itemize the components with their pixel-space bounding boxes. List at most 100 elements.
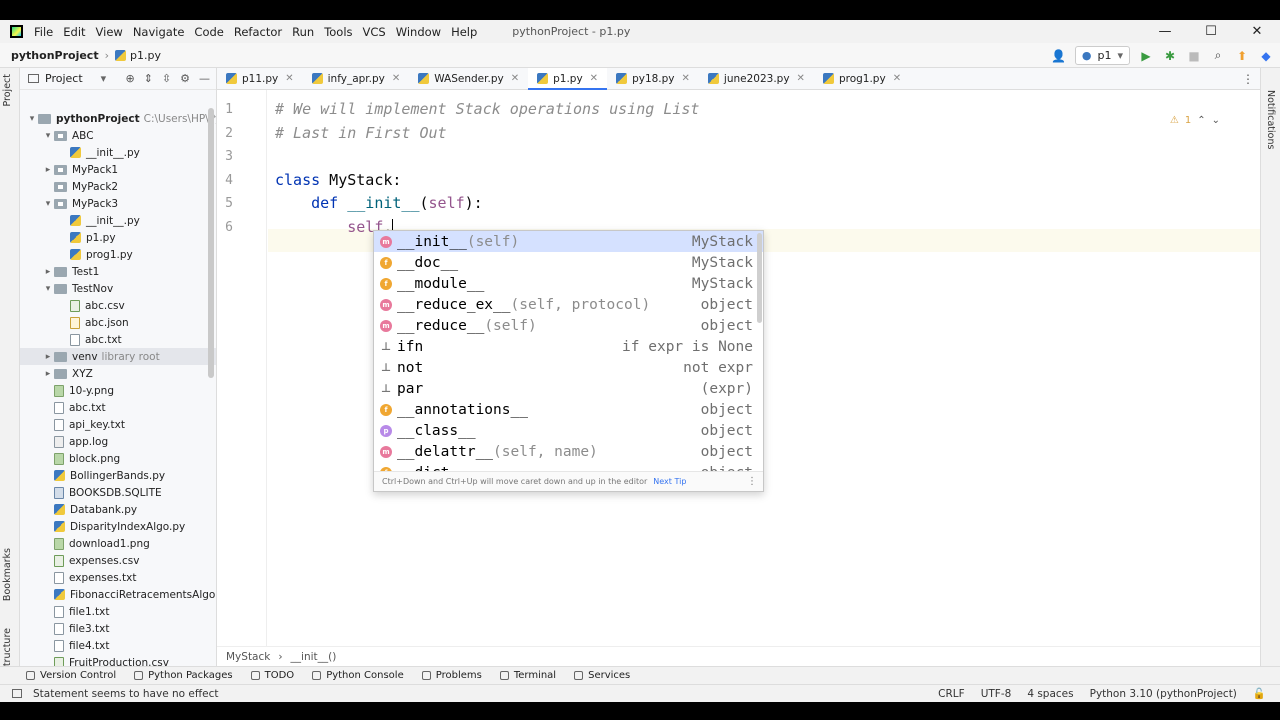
tree-item[interactable]: file4.txt	[42, 637, 109, 654]
tab-prog1-py[interactable]: prog1.py ✕	[814, 68, 910, 89]
tree-item[interactable]: __init__.py	[58, 212, 140, 229]
tree-item[interactable]: expenses.csv	[42, 552, 139, 569]
user-icon[interactable]: 👤	[1051, 48, 1067, 64]
chevron-down-icon[interactable]: ▾	[42, 131, 54, 141]
indent-widget[interactable]: 4 spaces	[1027, 688, 1073, 700]
completion-item[interactable]: ⊥ not not expr	[374, 357, 763, 378]
menu-item[interactable]: View	[91, 25, 128, 39]
close-icon[interactable]: ✕	[590, 73, 598, 84]
tool-window-problems[interactable]: Problems	[421, 670, 482, 681]
completion-item[interactable]: f __doc__ MyStack	[374, 252, 763, 273]
more-tabs-icon[interactable]: ⋮	[1242, 72, 1254, 86]
tree-item[interactable]: ▾ ABC	[42, 127, 94, 144]
tab-infy_apr-py[interactable]: infy_apr.py ✕	[303, 68, 410, 89]
tree-item[interactable]: ▾ TestNov	[42, 280, 113, 297]
tree-item[interactable]: ▸ XYZ	[42, 365, 93, 382]
update-icon[interactable]: ⬆	[1234, 48, 1250, 64]
tree-item[interactable]: __init__.py	[58, 144, 140, 161]
tab-WASender-py[interactable]: WASender.py ✕	[409, 68, 528, 89]
more-options-icon[interactable]: ⋮	[747, 476, 757, 487]
tree-item[interactable]: download1.png	[42, 535, 150, 552]
project-panel-title[interactable]: Project	[45, 72, 83, 85]
chevron-down-icon[interactable]: ⌄	[1212, 115, 1220, 126]
tree-item[interactable]: Databank.py	[42, 501, 137, 518]
close-icon[interactable]: ✕	[1234, 20, 1280, 43]
menu-item[interactable]: Run	[287, 25, 319, 39]
menu-item[interactable]: Refactor	[229, 25, 287, 39]
tab-py18-py[interactable]: py18.py ✕	[607, 68, 699, 89]
chevron-down-icon[interactable]: ▾	[26, 114, 38, 124]
tab-p11-py[interactable]: p11.py ✕	[217, 68, 303, 89]
completion-scrollbar[interactable]	[757, 233, 762, 323]
tree-item[interactable]: block.png	[42, 450, 120, 467]
completion-item[interactable]: f __annotations__ object	[374, 399, 763, 420]
nav-project[interactable]: pythonProject	[11, 49, 99, 62]
tree-item[interactable]: abc.json	[58, 314, 129, 331]
tree-item[interactable]: expenses.txt	[42, 569, 136, 586]
search-icon[interactable]: ⌕	[1210, 48, 1226, 64]
completion-item[interactable]: m __delattr__ (self, name) object	[374, 441, 763, 462]
chevron-right-icon[interactable]: ▸	[42, 352, 54, 362]
chevron-right-icon[interactable]: ▸	[42, 369, 54, 379]
chevron-right-icon[interactable]: ▸	[42, 165, 54, 175]
nav-file[interactable]: p1.py	[114, 49, 161, 62]
tree-item[interactable]: file1.txt	[42, 603, 109, 620]
interpreter-widget[interactable]: Python 3.10 (pythonProject)	[1090, 688, 1237, 700]
chevron-down-icon[interactable]: ▾	[42, 284, 54, 294]
tree-item[interactable]: ▸ MyPack1	[42, 161, 118, 178]
menu-item[interactable]: Window	[391, 25, 446, 39]
chevron-right-icon[interactable]: ▸	[42, 267, 54, 277]
tree-item[interactable]: abc.csv	[58, 297, 125, 314]
menu-item[interactable]: Tools	[319, 25, 357, 39]
maximize-icon[interactable]: ☐	[1188, 20, 1234, 43]
side-tab-bookmarks[interactable]: Bookmarks	[2, 548, 13, 601]
menu-item[interactable]: File	[29, 25, 58, 39]
lock-icon[interactable]: 🔓	[1253, 687, 1266, 700]
close-icon[interactable]: ✕	[682, 73, 690, 84]
tool-window-services[interactable]: Services	[574, 670, 630, 681]
next-tip-link[interactable]: Next Tip	[653, 477, 686, 486]
chevron-down-icon[interactable]: ▾	[42, 199, 54, 209]
tree-item[interactable]: api_key.txt	[42, 416, 125, 433]
tree-item[interactable]: DisparityIndexAlgo.py	[42, 518, 185, 535]
tree-item[interactable]: BOOKSDB.SQLITE	[42, 484, 162, 501]
tree-item[interactable]: ▸ venv library root	[20, 348, 216, 365]
run-config-select[interactable]: ● p1 ▾	[1074, 46, 1130, 65]
tool-window-python-packages[interactable]: Python Packages	[134, 670, 233, 681]
tab-june2023-py[interactable]: june2023.py ✕	[699, 68, 814, 89]
inspection-widget[interactable]: ⚠ 1 ⌃ ⌄	[1170, 115, 1220, 126]
menu-item[interactable]: Code	[189, 25, 228, 39]
status-toggle-icon[interactable]	[12, 689, 22, 698]
chevron-down-icon[interactable]: ▾	[101, 72, 107, 85]
ide-logo-icon[interactable]: ◆	[1258, 48, 1274, 64]
close-icon[interactable]: ✕	[285, 73, 293, 84]
line-separator-widget[interactable]: CRLF	[938, 688, 965, 700]
menu-item[interactable]: Help	[446, 25, 482, 39]
tab-p1-py[interactable]: p1.py ✕	[528, 68, 608, 90]
tree-item[interactable]: 10-y.png	[42, 382, 114, 399]
tree-item[interactable]: abc.txt	[58, 331, 122, 348]
minimize-icon[interactable]: —	[1142, 20, 1188, 43]
expand-all-icon[interactable]: ⇕	[144, 72, 153, 85]
completion-item[interactable]: m __init__ (self) MyStack	[374, 231, 763, 252]
close-icon[interactable]: ✕	[893, 73, 901, 84]
tree-item[interactable]: ▾ MyPack3	[42, 195, 118, 212]
completion-item[interactable]: p __class__ object	[374, 420, 763, 441]
chevron-up-icon[interactable]: ⌃	[1197, 115, 1205, 126]
close-icon[interactable]: ✕	[511, 73, 519, 84]
completion-item[interactable]: f __module__ MyStack	[374, 273, 763, 294]
completion-item[interactable]: ⊥ ifn if expr is None	[374, 336, 763, 357]
completion-item[interactable]: m __reduce_ex__ (self, protocol) object	[374, 294, 763, 315]
tree-item[interactable]: p1.py	[58, 229, 116, 246]
tool-window-todo[interactable]: TODO	[250, 670, 294, 681]
debug-icon[interactable]: ✱	[1162, 48, 1178, 64]
tree-item[interactable]: ▸ Test1	[42, 263, 100, 280]
tree-item[interactable]: abc.txt	[42, 399, 106, 416]
menu-item[interactable]: VCS	[358, 25, 391, 39]
tree-item[interactable]: app.log	[42, 433, 108, 450]
breadcrumb-item-method[interactable]: __init__()	[291, 651, 337, 663]
tool-window-python-console[interactable]: Python Console	[312, 670, 404, 681]
tree-item[interactable]: FibonacciRetracementsAlgo.py	[42, 586, 216, 603]
tree-item[interactable]: MyPack2	[42, 178, 118, 195]
completion-item[interactable]: ⊥ par (expr)	[374, 378, 763, 399]
